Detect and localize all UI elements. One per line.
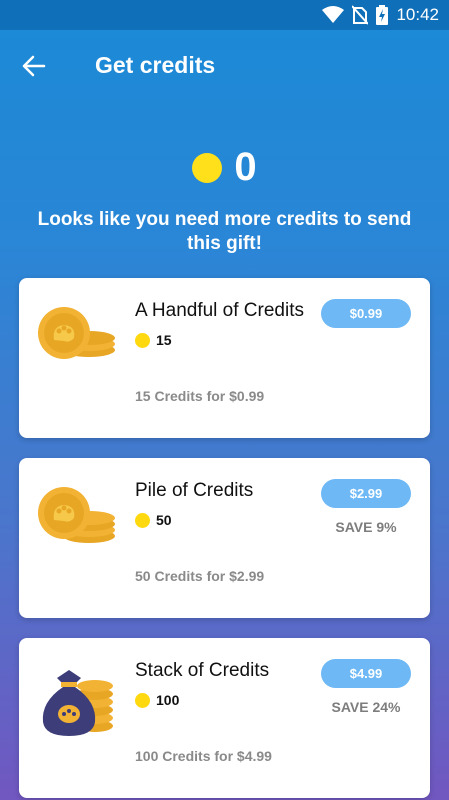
credit-balance: 0 xyxy=(0,145,449,190)
page-title: Get credits xyxy=(95,52,216,78)
credit-count: 100 xyxy=(156,692,180,708)
status-icons: 10:42 xyxy=(322,5,439,25)
package-name: Pile of Credits xyxy=(135,480,254,501)
credit-package-card[interactable]: A Handful of Credits 15 15 Credits for $… xyxy=(19,278,430,438)
coins-icon xyxy=(38,487,115,543)
credit-count: 15 xyxy=(156,332,172,348)
package-description: 15 Credits for $0.99 xyxy=(135,388,265,404)
price-button[interactable]: $2.99 xyxy=(321,479,411,508)
credit-package-card[interactable]: Pile of Credits 50 50 Credits for $2.99 … xyxy=(19,458,430,618)
credit-count: 50 xyxy=(156,512,172,528)
save-badge: SAVE 24% xyxy=(331,699,401,715)
package-name: A Handful of Credits xyxy=(135,300,304,321)
save-badge: SAVE 9% xyxy=(335,519,397,535)
balance-value: 0 xyxy=(234,145,257,189)
back-arrow-icon[interactable] xyxy=(20,52,50,80)
status-time: 10:42 xyxy=(396,5,439,24)
money-bag-icon xyxy=(42,670,113,736)
status-bar: 10:42 xyxy=(0,0,449,30)
package-credits: 15 xyxy=(135,332,172,348)
app-bar: Get credits xyxy=(0,30,449,102)
no-sim-icon xyxy=(352,5,369,25)
package-description: 100 Credits for $4.99 xyxy=(135,748,272,764)
need-credits-message: Looks like you need more credits to send… xyxy=(37,209,412,254)
package-description: 50 Credits for $2.99 xyxy=(135,568,265,584)
battery-charging-icon xyxy=(376,5,389,25)
package-credits: 50 xyxy=(135,512,172,528)
wifi-icon xyxy=(322,6,345,23)
package-name: Stack of Credits xyxy=(135,660,270,681)
coin-icon xyxy=(192,152,223,183)
coins-icon xyxy=(38,307,115,359)
coin-icon xyxy=(135,332,150,348)
coin-icon xyxy=(135,692,150,708)
price-button[interactable]: $4.99 xyxy=(321,659,411,688)
coin-icon xyxy=(135,512,150,528)
price-button[interactable]: $0.99 xyxy=(321,299,411,328)
package-credits: 100 xyxy=(135,692,179,708)
credit-package-card[interactable]: Stack of Credits 100 100 Credits for $4.… xyxy=(19,638,430,798)
